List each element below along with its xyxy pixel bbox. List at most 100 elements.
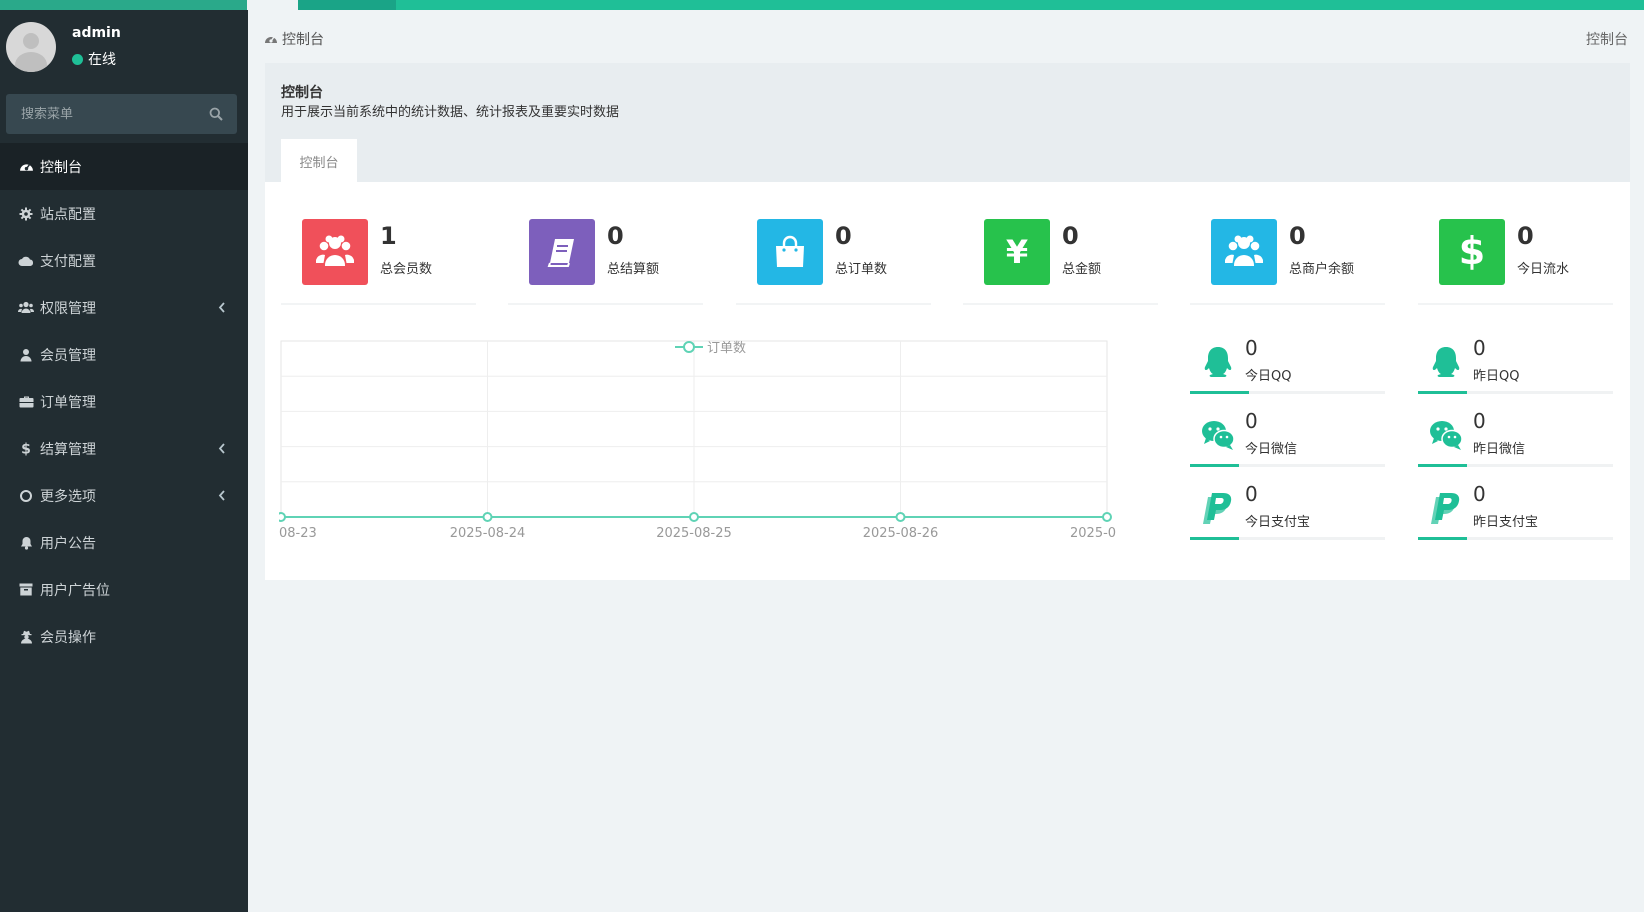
- search-icon[interactable]: [209, 107, 223, 121]
- stat-value: 1: [380, 222, 397, 250]
- chevron-left-icon: [218, 442, 228, 454]
- x-tick-label: 2025-08-26: [863, 526, 939, 541]
- sidebar-item-10[interactable]: 用户广告位: [0, 566, 248, 613]
- stat-card: $0 今日流水: [1418, 219, 1613, 305]
- stat-label: 今日流水: [1517, 262, 1570, 277]
- stat-label: 总商户余额: [1289, 262, 1355, 277]
- payment-stat-label: 今日支付宝: [1245, 515, 1311, 530]
- payment-stat-value: 0: [1473, 482, 1486, 506]
- data-point: [689, 512, 699, 522]
- sidebar-item-11[interactable]: 会员操作: [0, 613, 248, 660]
- sidebar-item-label: 结算管理: [40, 441, 96, 458]
- stat-card: ¥0 总金额: [963, 219, 1158, 305]
- payment-stat: 0 昨日支付宝: [1418, 482, 1613, 540]
- sidebar-item-label: 订单管理: [40, 394, 96, 411]
- panel-title: 控制台: [281, 85, 323, 101]
- payment-stat: 0 今日支付宝: [1190, 482, 1385, 540]
- stat-card: 0 总结算额: [508, 219, 703, 305]
- tab-dashboard[interactable]: 控制台: [281, 139, 357, 182]
- svg-text:$: $: [1459, 232, 1485, 272]
- dashboard-icon: [18, 159, 34, 175]
- sidebar-item-5[interactable]: 会员管理: [0, 331, 248, 378]
- breadcrumb-label: 控制台: [282, 32, 324, 48]
- wechat-icon: [1428, 417, 1464, 453]
- stat-value: 0: [1289, 222, 1306, 250]
- progress-bar: [1190, 537, 1239, 540]
- legend-marker: [683, 341, 695, 353]
- payment-stat-value: 0: [1473, 409, 1486, 433]
- sidebar-item-label: 会员操作: [40, 629, 96, 646]
- avatar: [6, 22, 56, 72]
- top-bar-segment: [247, 0, 298, 10]
- payment-stat: 0 昨日QQ: [1418, 336, 1613, 394]
- users-icon: [302, 219, 368, 285]
- svg-text:$: $: [21, 442, 31, 457]
- payment-stat-label: 昨日微信: [1473, 442, 1526, 457]
- panel-description: 用于展示当前系统中的统计数据、统计报表及重要实时数据: [281, 105, 620, 120]
- stat-label: 总结算额: [607, 262, 660, 277]
- stat-card: 0 总商户余额: [1190, 219, 1385, 305]
- legend-label: 订单数: [707, 341, 746, 356]
- user-status-label: 在线: [88, 52, 116, 68]
- sidebar-item-label: 站点配置: [40, 206, 96, 223]
- payment-stat-label: 今日微信: [1245, 442, 1298, 457]
- sidebar-item-label: 用户广告位: [40, 582, 110, 599]
- sidebar-item-label: 会员管理: [40, 347, 96, 364]
- sidebar-item-9[interactable]: 用户公告: [0, 519, 248, 566]
- payment-stat: 0 昨日微信: [1418, 409, 1613, 467]
- x-tick-label: 2025-08-24: [450, 526, 526, 541]
- sidebar-item-7[interactable]: $ 结算管理: [0, 425, 248, 472]
- gear-icon: [18, 206, 34, 222]
- payment-stat-value: 0: [1245, 336, 1258, 360]
- breadcrumb[interactable]: 控制台: [264, 29, 324, 49]
- sidebar: admin 在线 控制台站点配置支付配置权限管理会员管理订单管理 $ 结算管理更多选…: [0, 10, 248, 912]
- circle-icon: [18, 488, 34, 504]
- top-bar-segment: [298, 0, 396, 10]
- svg-text:¥: ¥: [1006, 235, 1028, 269]
- stat-card: 1 总会员数: [281, 219, 476, 305]
- sidebar-item-label: 支付配置: [40, 253, 96, 270]
- stat-label: 总金额: [1062, 262, 1102, 277]
- sidebar-item-6[interactable]: 订单管理: [0, 378, 248, 425]
- payment-stat-label: 昨日QQ: [1473, 369, 1520, 384]
- dollar-icon: $: [18, 441, 34, 457]
- x-tick-label: 08-23: [279, 526, 317, 541]
- stat-value: 0: [1062, 222, 1079, 250]
- yen-icon: ¥: [984, 219, 1050, 285]
- archive-icon: [18, 582, 34, 598]
- progress-bar: [1418, 537, 1467, 540]
- bell-icon: [18, 535, 34, 551]
- sidebar-item-1[interactable]: 控制台: [0, 143, 248, 190]
- shopping-bag-icon: [757, 219, 823, 285]
- progress-bar: [1190, 391, 1249, 394]
- x-tick-label: 2025-08-25: [656, 526, 732, 541]
- sidebar-item-2[interactable]: 站点配置: [0, 190, 248, 237]
- cloud-icon: [18, 253, 34, 269]
- sidebar-item-label: 控制台: [40, 159, 82, 176]
- paypal-icon: [1200, 490, 1236, 526]
- breadcrumb-current: 控制台: [1586, 32, 1628, 48]
- stat-label: 总会员数: [380, 262, 433, 277]
- briefcase-icon: [18, 394, 34, 410]
- qq-icon: [1428, 344, 1464, 380]
- sidebar-item-4[interactable]: 权限管理: [0, 284, 248, 331]
- sidebar-item-8[interactable]: 更多选项: [0, 472, 248, 519]
- sidebar-item-label: 更多选项: [40, 488, 96, 505]
- progress-bar: [1418, 391, 1467, 394]
- user-status: 在线: [72, 49, 116, 69]
- online-dot-icon: [72, 53, 83, 65]
- stat-value: 0: [607, 222, 624, 250]
- data-point: [482, 512, 493, 522]
- stat-value: 0: [1517, 222, 1534, 250]
- payment-stat-value: 0: [1245, 409, 1258, 433]
- qq-icon: [1200, 344, 1236, 380]
- book-icon: [529, 219, 595, 285]
- payment-stat: 0 今日微信: [1190, 409, 1385, 467]
- payment-stat-value: 0: [1245, 482, 1258, 506]
- payment-stat: 0 今日QQ: [1190, 336, 1385, 394]
- main-content: 控制台 控制台 控制台 用于展示当前系统中的统计数据、统计报表及重要实时数据 控…: [248, 10, 1644, 912]
- users-icon: [1211, 219, 1277, 285]
- user-secret-icon: [18, 629, 34, 645]
- search-input[interactable]: [6, 94, 196, 134]
- sidebar-item-3[interactable]: 支付配置: [0, 237, 248, 284]
